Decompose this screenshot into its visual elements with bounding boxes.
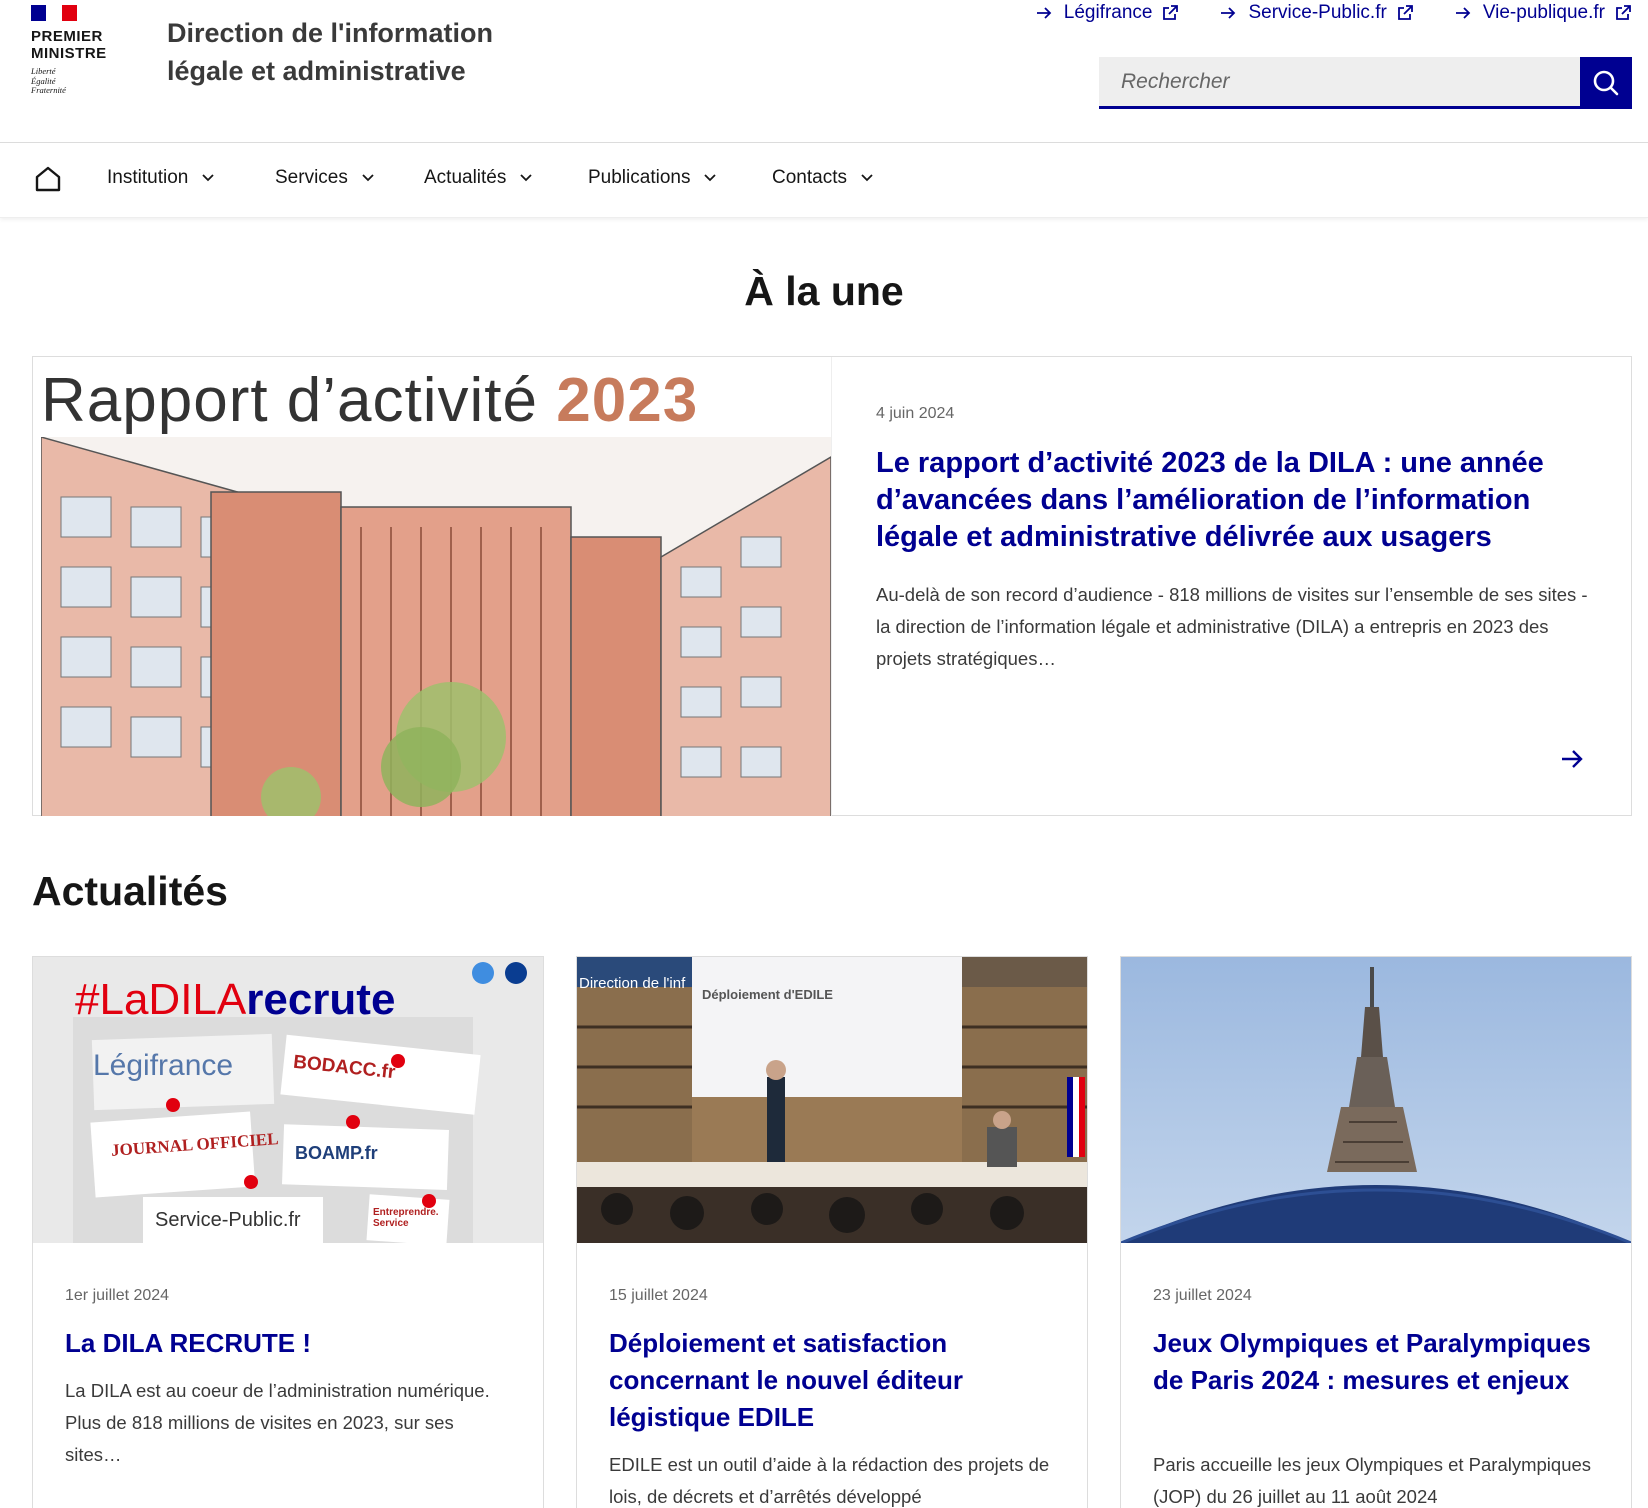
news-card-date: 1er juillet 2024 (65, 1287, 170, 1304)
legifrance-link[interactable]: Légifrance (1036, 2, 1179, 24)
news-card-image[interactable] (1121, 957, 1631, 1243)
main-navigation: Institution Services Actualités Publicat… (0, 143, 1648, 218)
featured-article-link[interactable] (1561, 749, 1583, 774)
nav-item-label: Institution (107, 167, 189, 188)
eiffel-tower-photo (1121, 957, 1631, 1243)
news-card-title[interactable]: La DILA RECRUTE ! (65, 1325, 515, 1362)
nav-item-actualites[interactable]: Actualités (424, 167, 533, 189)
news-card-title[interactable]: Déploiement et satisfaction concernant l… (609, 1325, 1059, 1436)
service-public-link-label: Service-Public.fr (1248, 2, 1387, 23)
label-entreprendre: Entreprendre. Service (373, 1207, 439, 1229)
nav-item-label: Contacts (772, 167, 847, 188)
external-links: Légifrance Service-Public.fr Vie-publiqu… (1036, 2, 1648, 24)
site-title[interactable]: Direction de l'information légale et adm… (167, 14, 567, 90)
chevron-down-icon (362, 174, 374, 182)
vie-publique-link-label: Vie-publique.fr (1482, 2, 1605, 23)
news-card-date: 15 juillet 2024 (609, 1287, 708, 1304)
site-header: PREMIER MINISTRE Liberté Égalité Fratern… (0, 0, 1648, 143)
news-card[interactable]: 23 juillet 2024 Jeux Olympiques et Paral… (1120, 956, 1632, 1508)
label-service-public: Service-Public.fr (155, 1209, 301, 1231)
news-card-image[interactable]: Direction de l'inf Déploiement d'EDILE (577, 957, 1087, 1243)
featured-image-year: 2023 (556, 366, 699, 435)
logo-text: PREMIER MINISTRE (31, 28, 121, 62)
logo-line-1: PREMIER (31, 28, 103, 45)
motto-fraternite: Fraternité (31, 85, 66, 95)
nav-item-label: Services (275, 167, 348, 188)
label-boamp: BOAMP.fr (295, 1143, 378, 1163)
label-legifrance: Légifrance (93, 1049, 234, 1082)
site-title-line-1: Direction de l'information (167, 18, 493, 48)
premier-ministre-logo[interactable]: PREMIER MINISTRE Liberté Égalité Fratern… (31, 5, 121, 96)
hashtag-text: #LaDILA (75, 975, 247, 1024)
chevron-down-icon (202, 174, 214, 182)
nav-item-label: Actualités (424, 167, 507, 188)
featured-article-title[interactable]: Le rapport d’activité 2023 de la DILA : … (876, 445, 1596, 556)
home-icon (35, 166, 61, 192)
chevron-down-icon (520, 174, 533, 182)
featured-article-image[interactable]: Rapport d’activité 2023 (33, 357, 832, 816)
nav-item-institution[interactable]: Institution (107, 167, 214, 189)
search-bar (1099, 57, 1632, 109)
arrow-right-icon (1455, 7, 1471, 19)
news-card-image[interactable]: #LaDILArecrute Légifrance BODACC.fr JOUR… (33, 957, 543, 1243)
nav-item-services[interactable]: Services (275, 167, 374, 189)
screen-slide-title: Déploiement d'EDILE (702, 987, 833, 1002)
news-card-excerpt: EDILE est un outil d’aide à la rédaction… (609, 1454, 1050, 1507)
nav-item-publications[interactable]: Publications (588, 167, 717, 189)
screen-banner-text: Direction de l'inf (579, 975, 686, 992)
featured-article-date: 4 juin 2024 (876, 405, 955, 422)
logo-line-2: MINISTRE (31, 45, 107, 62)
news-card-date: 23 juillet 2024 (1153, 1287, 1252, 1304)
a-la-une-heading: À la une (744, 268, 904, 314)
news-card-excerpt: La DILA est au coeur de l’administration… (65, 1380, 490, 1465)
external-link-icon (1163, 5, 1179, 20)
logo-motto: Liberté Égalité Fraternité (31, 66, 121, 96)
news-card[interactable]: #LaDILArecrute Légifrance BODACC.fr JOUR… (32, 956, 544, 1508)
chevron-down-icon (861, 174, 873, 182)
chevron-down-icon (704, 174, 717, 182)
hashtag-bold-text: recrute (246, 975, 396, 1024)
external-link-icon (1397, 5, 1413, 20)
arrow-right-icon (1036, 7, 1052, 19)
search-input[interactable] (1099, 57, 1580, 109)
featured-image-title-text: Rapport d’activité (41, 366, 539, 435)
featured-image-title: Rapport d’activité 2023 (41, 365, 698, 436)
home-button[interactable] (34, 165, 62, 198)
arrow-right-icon (1562, 750, 1583, 768)
news-card-title[interactable]: Jeux Olympiques et Paralympiques de Pari… (1153, 1325, 1603, 1399)
external-link-icon (1616, 5, 1631, 20)
french-flag-icon (31, 5, 77, 21)
recruitment-hashtag: #LaDILArecrute (75, 975, 395, 1025)
search-icon (1593, 70, 1619, 96)
featured-article-excerpt: Au-delà de son record d’audience - 818 m… (876, 584, 1588, 669)
service-public-link[interactable]: Service-Public.fr (1220, 2, 1413, 24)
search-button[interactable] (1580, 57, 1632, 109)
site-title-line-2: légale et administrative (167, 56, 466, 86)
nav-item-label: Publications (588, 167, 691, 188)
building-illustration (41, 437, 831, 816)
arrow-right-icon (1221, 7, 1236, 19)
featured-article-card[interactable]: Rapport d’activité 2023 4 juin 2024 Le r… (32, 356, 1632, 816)
legifrance-link-label: Légifrance (1063, 2, 1153, 23)
vie-publique-link[interactable]: Vie-publique.fr (1455, 2, 1631, 24)
news-card[interactable]: Direction de l'inf Déploiement d'EDILE 1… (576, 956, 1088, 1508)
actualites-heading: Actualités (32, 868, 228, 914)
nav-item-contacts[interactable]: Contacts (772, 167, 873, 189)
news-card-excerpt: Paris accueille les jeux Olympiques et P… (1153, 1454, 1592, 1507)
